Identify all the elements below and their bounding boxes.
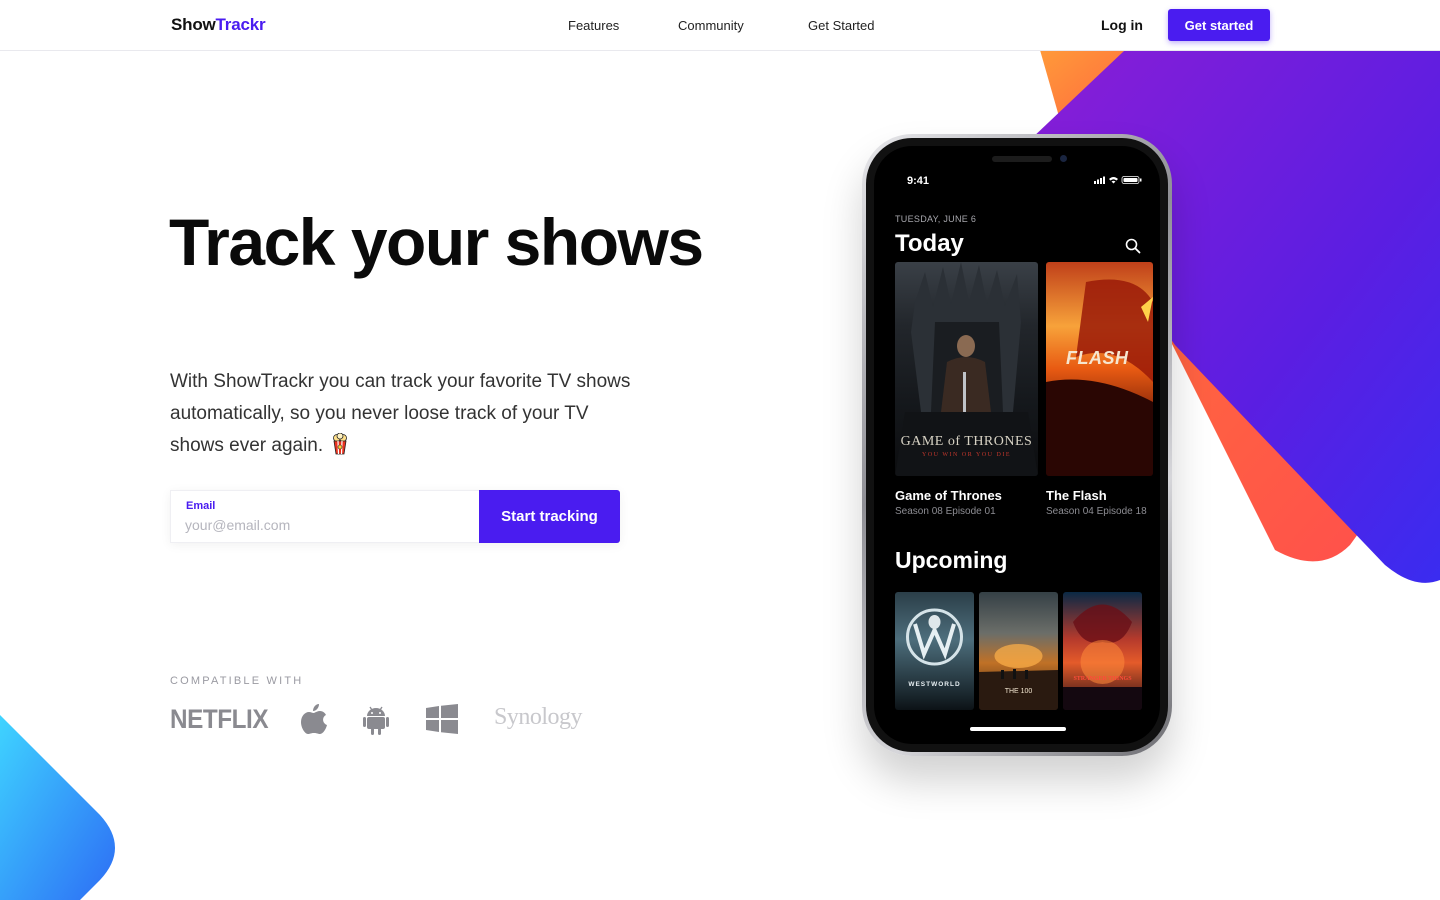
the-100-poster-title: THE 100	[1004, 688, 1033, 695]
speaker-grille	[992, 156, 1052, 162]
signup-form: Email Start tracking	[170, 490, 620, 543]
email-input[interactable]	[185, 515, 465, 535]
apple-icon	[301, 704, 327, 734]
poster-the-flash[interactable]: FLASH	[1046, 262, 1153, 476]
date-caption: TUESDAY, JUNE 6	[895, 214, 977, 224]
poster-game-of-thrones[interactable]: GAME of THRONES YOU WIN OR YOU DIE	[895, 262, 1038, 476]
get-started-button[interactable]: Get started	[1168, 9, 1270, 41]
westworld-poster-title: WESTWORLD	[908, 681, 961, 688]
hero-description: With ShowTrackr you can track your favor…	[170, 366, 640, 462]
got-poster-tagline: YOU WIN OR YOU DIE	[922, 452, 1011, 458]
home-indicator	[970, 727, 1066, 731]
show-title-game-of-thrones: Game of Thrones	[895, 488, 1002, 503]
login-link[interactable]: Log in	[1101, 17, 1143, 33]
top-nav: ShowTrackr Features Community Get Starte…	[0, 0, 1440, 51]
poster-westworld[interactable]: WESTWORLD	[895, 592, 974, 710]
poster-stranger-things[interactable]: STRANGER THINGS	[1063, 592, 1142, 710]
nav-link-community[interactable]: Community	[678, 18, 744, 33]
nav-link-features[interactable]: Features	[568, 18, 619, 33]
brand-part-1: Show	[171, 15, 216, 34]
brand-part-2: Trackr	[215, 15, 266, 34]
nav-link-get-started[interactable]: Get Started	[808, 18, 874, 33]
got-poster-title: GAME of THRONES	[900, 434, 1033, 449]
show-episode-the-flash: Season 04 Episode 18	[1046, 506, 1147, 517]
compatible-label: COMPATIBLE WITH	[170, 675, 304, 687]
email-field[interactable]: Email	[170, 490, 479, 543]
netflix-logo: NETFLIX	[170, 704, 269, 734]
show-episode-game-of-thrones: Season 08 Episode 01	[895, 506, 996, 517]
android-icon	[363, 706, 389, 735]
phone-screen: 9:41 TUESDAY, JUNE 6 Today GAME of THRON…	[874, 146, 1160, 744]
today-heading: Today	[895, 230, 964, 257]
hero-title: Track your shows	[169, 205, 704, 279]
poster-the-100[interactable]: THE 100	[979, 592, 1058, 710]
start-tracking-button[interactable]: Start tracking	[479, 490, 620, 543]
show-title-the-flash: The Flash	[1046, 488, 1107, 503]
windows-icon	[426, 704, 458, 734]
upcoming-heading: Upcoming	[895, 547, 1008, 573]
flash-art	[1046, 279, 1153, 476]
flash-poster-title: FLASH	[1066, 348, 1129, 368]
stranger-things-art	[1063, 604, 1142, 710]
status-time: 9:41	[907, 175, 930, 187]
front-camera	[1060, 155, 1067, 162]
phone-mockup: 9:41 TUESDAY, JUNE 6 Today GAME of THRON…	[862, 134, 1172, 756]
synology-logo: Synology	[494, 704, 583, 730]
stranger-things-poster-title: STRANGER THINGS	[1073, 676, 1132, 682]
email-label: Email	[186, 500, 216, 512]
search-icon[interactable]	[1125, 238, 1141, 254]
popcorn-icon	[333, 433, 348, 455]
hero-description-text: With ShowTrackr you can track your favor…	[170, 371, 631, 456]
westworld-art	[906, 608, 963, 666]
brand-logo[interactable]: ShowTrackr	[171, 15, 266, 35]
status-icons	[1094, 176, 1142, 184]
